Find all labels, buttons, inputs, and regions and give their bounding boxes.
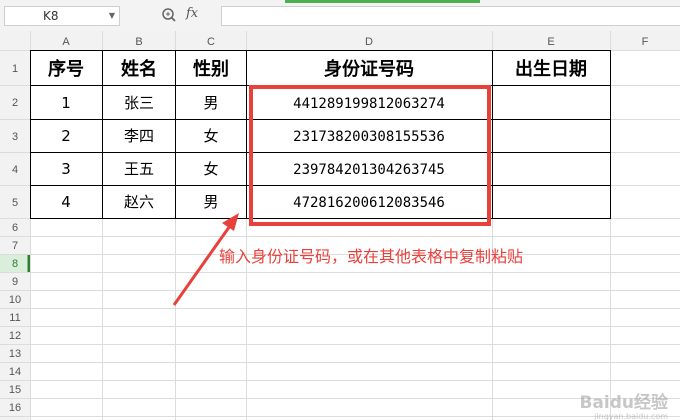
row-header-2[interactable]: 2	[12, 97, 18, 109]
column-header-a[interactable]: A	[62, 36, 70, 48]
header-cell-id-number[interactable]: 身份证号码	[324, 58, 414, 80]
table-cell[interactable]: 1	[61, 94, 71, 112]
baidu-watermark: Baidu经验 jingyan.baidu.com	[579, 392, 669, 420]
name-box-value: K8	[43, 9, 59, 23]
column-header-c[interactable]: C	[207, 36, 215, 48]
row-header-13[interactable]: 13	[9, 348, 21, 360]
row-header-10[interactable]: 10	[9, 294, 21, 306]
spreadsheet-grid: A B C D E F 1 2 3 4 5 6 7 8 9 10 11 12 1…	[0, 31, 680, 420]
function-icon[interactable]: fx	[186, 6, 198, 21]
table-cell[interactable]: 张三	[124, 94, 154, 112]
table-cell[interactable]: 3	[61, 160, 71, 178]
table-cell[interactable]: 2	[61, 127, 71, 145]
column-header-b[interactable]: B	[135, 36, 142, 48]
table-cell[interactable]: 男	[203, 193, 218, 211]
column-header-f[interactable]: F	[642, 36, 649, 48]
magnifier-icon[interactable]	[160, 5, 178, 25]
table-cell[interactable]: 女	[203, 160, 218, 178]
column-header-d[interactable]: D	[365, 36, 373, 48]
id-number-cell[interactable]: 472816200612083546	[293, 195, 445, 211]
chevron-down-icon[interactable]: ▼	[109, 7, 115, 25]
row-header-8[interactable]: 8	[12, 258, 18, 270]
table-cell[interactable]: 赵六	[124, 193, 154, 211]
annotation-text: 输入身份证号码，或在其他表格中复制粘贴	[219, 247, 523, 266]
row-header-16[interactable]: 16	[9, 402, 21, 414]
id-number-cell[interactable]: 239784201304263745	[293, 162, 445, 178]
row-header-14[interactable]: 14	[9, 366, 21, 378]
row-header-3[interactable]: 3	[12, 131, 18, 143]
row-header-9[interactable]: 9	[12, 276, 18, 288]
name-box[interactable]: K8 ▼	[4, 6, 120, 26]
watermark-subtext: jingyan.baidu.com	[593, 412, 668, 420]
row-header-1[interactable]: 1	[12, 63, 18, 75]
watermark-text: Baidu经验	[579, 392, 669, 413]
header-cell-name[interactable]: 姓名	[121, 58, 157, 80]
row-header-7[interactable]: 7	[12, 240, 18, 252]
formula-toolbar: K8 ▼ fx	[0, 0, 680, 32]
row-header-15[interactable]: 15	[9, 384, 21, 396]
row-header-5[interactable]: 5	[12, 197, 18, 209]
table-cell[interactable]: 男	[203, 94, 218, 112]
row-header-4[interactable]: 4	[12, 164, 18, 176]
id-number-cell[interactable]: 441289199812063274	[293, 96, 445, 112]
header-cell-birth-date[interactable]: 出生日期	[515, 58, 587, 80]
table-cell[interactable]: 王五	[124, 160, 154, 178]
column-header-e[interactable]: E	[547, 36, 554, 48]
table-cell[interactable]: 4	[61, 193, 71, 211]
formula-input[interactable]	[221, 6, 680, 26]
header-cell-gender[interactable]: 性别	[193, 58, 229, 80]
id-number-cell[interactable]: 231738200308155536	[293, 129, 445, 145]
table-cell[interactable]: 李四	[124, 127, 154, 145]
row-header-6[interactable]: 6	[12, 222, 18, 234]
row-header-12[interactable]: 12	[9, 330, 21, 342]
table-cell[interactable]: 女	[203, 127, 218, 145]
row-header-11[interactable]: 11	[9, 312, 20, 324]
header-cell-index[interactable]: 序号	[48, 58, 84, 80]
active-tab-indicator	[285, 0, 480, 3]
